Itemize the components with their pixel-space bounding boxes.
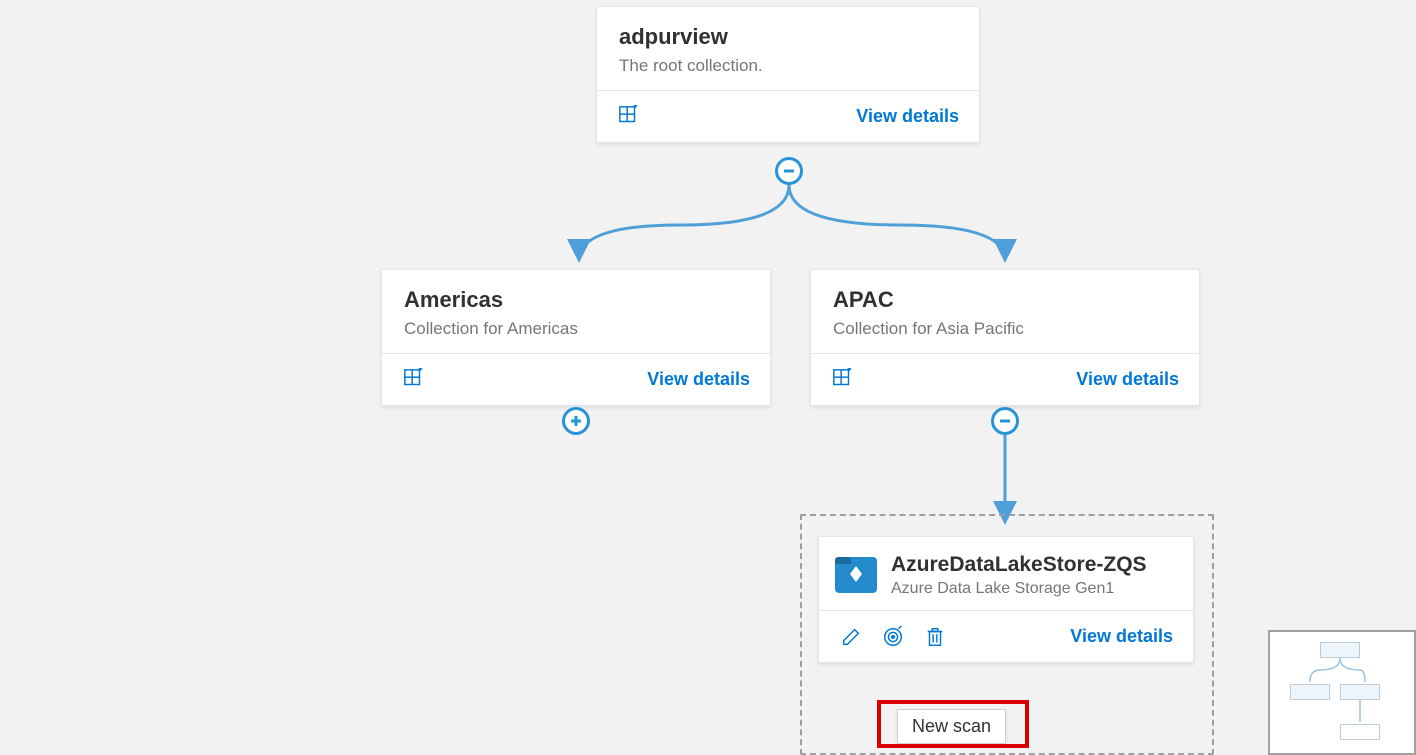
delete-icon[interactable] (923, 625, 947, 649)
collection-card-apac: APAC Collection for Asia Pacific View de… (810, 269, 1200, 406)
card-header: AzureDataLakeStore-ZQS Azure Data Lake S… (819, 537, 1193, 610)
data-text: AzureDataLakeStore-ZQS Azure Data Lake S… (891, 551, 1147, 598)
data-source-card: AzureDataLakeStore-ZQS Azure Data Lake S… (818, 536, 1194, 663)
footer-actions (831, 367, 855, 391)
collection-subtitle: Collection for Americas (404, 319, 748, 339)
edit-icon[interactable] (839, 625, 863, 649)
canvas: adpurview The root collection. View deta… (0, 0, 1416, 755)
collapse-toggle-apac[interactable] (991, 407, 1019, 435)
collection-title: Americas (404, 286, 748, 315)
new-scan-tooltip: New scan (897, 709, 1006, 744)
scan-target-icon[interactable] (881, 625, 905, 649)
collection-title: APAC (833, 286, 1177, 315)
view-details-link[interactable]: View details (1076, 369, 1179, 390)
data-source-title: AzureDataLakeStore-ZQS (891, 551, 1147, 578)
root-collection-card: adpurview The root collection. View deta… (596, 6, 980, 143)
collection-subtitle: Collection for Asia Pacific (833, 319, 1177, 339)
root-subtitle: The root collection. (619, 56, 957, 76)
data-lake-icon (835, 557, 877, 593)
data-source-subtitle: Azure Data Lake Storage Gen1 (891, 580, 1147, 598)
root-title: adpurview (619, 23, 957, 52)
grid-add-icon[interactable] (831, 367, 855, 391)
collection-card-americas: Americas Collection for Americas View de… (381, 269, 771, 406)
card-footer: View details (597, 90, 979, 142)
footer-actions (617, 104, 641, 128)
footer-actions (402, 367, 426, 391)
expand-toggle-americas[interactable] (562, 407, 590, 435)
grid-add-icon[interactable] (617, 104, 641, 128)
footer-actions (839, 625, 947, 649)
view-details-link[interactable]: View details (647, 369, 750, 390)
minimap[interactable] (1268, 630, 1416, 755)
card-footer: View details (382, 353, 770, 405)
card-header: APAC Collection for Asia Pacific (811, 270, 1199, 353)
card-footer: View details (811, 353, 1199, 405)
card-header: Americas Collection for Americas (382, 270, 770, 353)
collapse-toggle-root[interactable] (775, 157, 803, 185)
card-header: adpurview The root collection. (597, 7, 979, 90)
card-footer: View details (819, 610, 1193, 662)
grid-add-icon[interactable] (402, 367, 426, 391)
view-details-link[interactable]: View details (856, 106, 959, 127)
view-details-link[interactable]: View details (1070, 626, 1173, 647)
